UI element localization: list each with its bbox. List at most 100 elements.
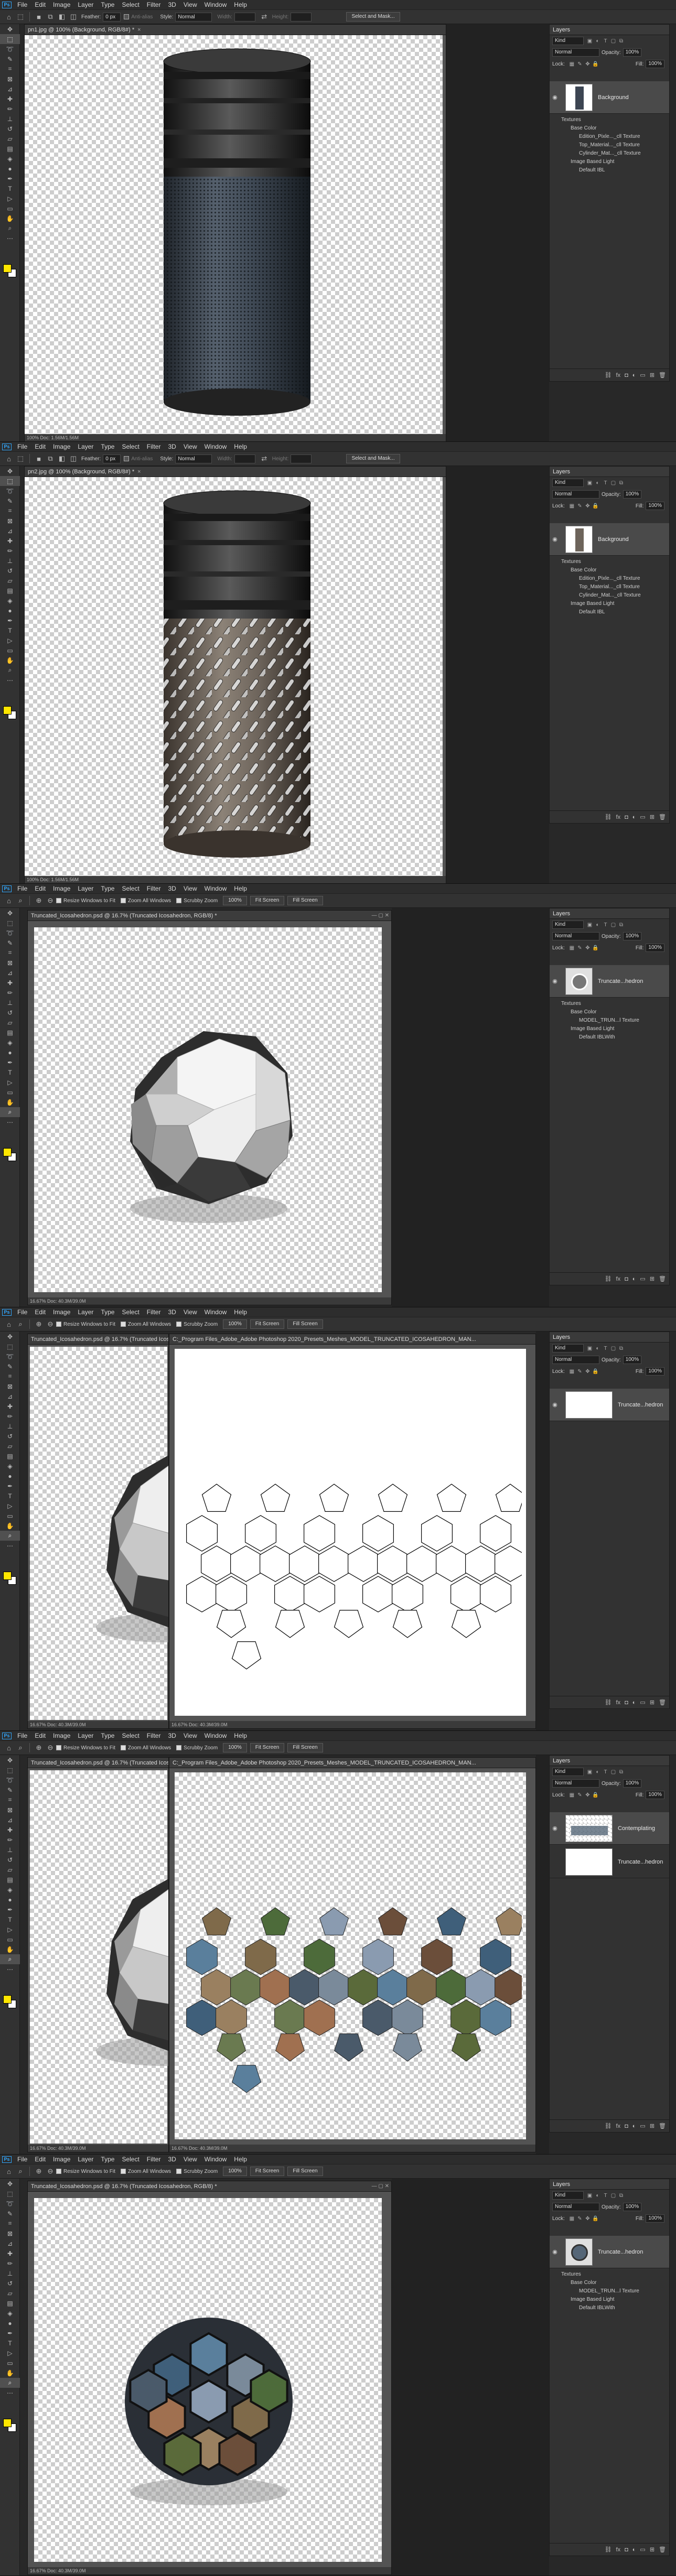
menu-filter[interactable]: Filter (143, 0, 165, 9)
path-select-tool-icon[interactable]: ▷ (0, 193, 20, 203)
group-icon[interactable]: ▭ (640, 2123, 645, 2129)
window-controls-icon[interactable]: — ▢ ✕ (372, 2181, 389, 2191)
shape-tool-icon[interactable]: ▭ (0, 1934, 20, 1944)
zoom-tool-icon[interactable]: ⌕ (15, 1742, 26, 1753)
more-tools-icon[interactable]: ⋯ (0, 1117, 20, 1127)
menu-view[interactable]: View (180, 1307, 201, 1317)
move-tool-icon[interactable]: ✥ (0, 466, 20, 476)
antialias-checkbox[interactable]: Anti-alias (124, 456, 153, 462)
lock-pixels-icon[interactable]: ▦ (568, 2215, 576, 2223)
menu-view[interactable]: View (180, 442, 201, 451)
textures-group[interactable]: Textures (561, 117, 581, 123)
stamp-tool-icon[interactable]: ⊥ (0, 2268, 20, 2278)
crop-tool-icon[interactable]: ⌗ (0, 948, 20, 958)
filter-pixel-icon[interactable]: ▣ (586, 2192, 594, 2200)
menu-select[interactable]: Select (118, 1307, 143, 1317)
filter-shape-icon[interactable]: ▢ (609, 479, 617, 487)
new-layer-icon[interactable]: ⊞ (650, 2546, 654, 2553)
link-icon[interactable]: ⛓ (605, 1699, 612, 1706)
trash-icon[interactable]: 🗑 (659, 2123, 666, 2129)
dodge-tool-icon[interactable]: ● (0, 605, 20, 615)
filter-type-icon[interactable]: T (602, 37, 609, 45)
stamp-tool-icon[interactable]: ⊥ (0, 998, 20, 1008)
truncated-icosahedron-3d-model[interactable] (91, 1444, 168, 1654)
group-icon[interactable]: ▭ (640, 1699, 645, 1706)
resize-windows-checkbox[interactable]: Resize Windows to Fit (56, 2169, 115, 2174)
document-tab[interactable]: Truncated_Icosahedron.psd @ 16.7% (Trunc… (28, 1758, 168, 1768)
intersect-selection-icon[interactable]: ◫ (68, 12, 79, 22)
menu-type[interactable]: Type (97, 2155, 118, 2164)
lock-pixels-icon[interactable]: ▦ (568, 502, 576, 510)
menu-help[interactable]: Help (230, 0, 251, 9)
blend-mode-select[interactable]: Normal (552, 932, 599, 940)
opacity-field[interactable]: 100% (623, 2203, 642, 2211)
new-selection-icon[interactable]: ■ (33, 12, 45, 22)
menu-view[interactable]: View (180, 2155, 201, 2164)
textures-group[interactable]: Textures (561, 1001, 581, 1006)
menu-image[interactable]: Image (49, 884, 74, 893)
marquee-tool-icon[interactable]: ⬚ (0, 34, 20, 44)
eyedropper-tool-icon[interactable]: ⊿ (0, 1815, 20, 1825)
filter-type-icon[interactable]: T (602, 2192, 609, 2200)
zoom-in-icon[interactable]: ⊕ (33, 2166, 45, 2177)
subtract-selection-icon[interactable]: ◧ (56, 453, 68, 464)
menu-filter[interactable]: Filter (143, 442, 165, 451)
dodge-tool-icon[interactable]: ● (0, 1047, 20, 1057)
add-selection-icon[interactable]: ⧉ (45, 453, 56, 464)
opacity-field[interactable]: 100% (623, 1356, 642, 1364)
resize-windows-checkbox[interactable]: Resize Windows to Fit (56, 1322, 115, 1327)
frame-tool-icon[interactable]: ⊠ (0, 1381, 20, 1391)
trash-icon[interactable]: 🗑 (659, 2546, 666, 2553)
menu-select[interactable]: Select (118, 1731, 143, 1740)
group-icon[interactable]: ▭ (640, 2546, 645, 2553)
more-tools-icon[interactable]: ⋯ (0, 675, 20, 685)
menu-file[interactable]: File (14, 1731, 31, 1740)
textures-group[interactable]: Textures (561, 559, 581, 565)
window-controls-icon[interactable]: — ▢ ✕ (372, 911, 389, 921)
menu-image[interactable]: Image (49, 442, 74, 451)
brush-tool-icon[interactable]: ✏ (0, 2258, 20, 2268)
zoom-tool-icon[interactable]: ⌕ (15, 895, 26, 906)
scrubby-zoom-checkbox[interactable]: Scrubby Zoom (176, 1322, 218, 1327)
frame-tool-icon[interactable]: ⊠ (0, 74, 20, 84)
filter-shape-icon[interactable]: ▢ (609, 921, 617, 929)
menu-layer[interactable]: Layer (74, 442, 97, 451)
menu-window[interactable]: Window (201, 1731, 231, 1740)
eraser-tool-icon[interactable]: ▱ (0, 1018, 20, 1027)
menu-filter[interactable]: Filter (143, 1307, 165, 1317)
texture-item[interactable]: Top_Material..._cll Texture (579, 142, 640, 148)
frame-tool-icon[interactable]: ⊠ (0, 516, 20, 526)
lock-move-icon[interactable]: ✥ (584, 944, 592, 952)
lock-pixels-icon[interactable]: ▦ (568, 1791, 576, 1799)
blend-mode-select[interactable]: Normal (552, 48, 599, 57)
more-tools-icon[interactable]: ⋯ (0, 1541, 20, 1551)
filter-adjust-icon[interactable]: ◐ (594, 37, 602, 45)
history-brush-tool-icon[interactable]: ↺ (0, 2278, 20, 2288)
menu-image[interactable]: Image (49, 2155, 74, 2164)
filter-smart-icon[interactable]: ⧉ (617, 479, 625, 487)
link-icon[interactable]: ⛓ (605, 2546, 612, 2553)
type-tool-icon[interactable]: T (0, 2338, 20, 2348)
eraser-tool-icon[interactable]: ▱ (0, 1441, 20, 1451)
home-icon[interactable]: ⌂ (3, 1742, 15, 1753)
dodge-tool-icon[interactable]: ● (0, 164, 20, 174)
frame-tool-icon[interactable]: ⊠ (0, 2228, 20, 2238)
stamp-tool-icon[interactable]: ⊥ (0, 556, 20, 566)
subtract-selection-icon[interactable]: ◧ (56, 12, 68, 22)
menu-view[interactable]: View (180, 0, 201, 9)
type-tool-icon[interactable]: T (0, 1491, 20, 1501)
zoom-100-button[interactable]: 100% (223, 896, 247, 905)
menu-window[interactable]: Window (201, 442, 231, 451)
filter-type-icon[interactable]: T (602, 1768, 609, 1776)
texture-item[interactable]: Edition_Pixle..._cll Texture (579, 134, 640, 139)
mask-icon[interactable]: ◘ (625, 372, 628, 378)
visibility-eye-icon[interactable]: ◉ (550, 1825, 560, 1832)
adjustment-icon[interactable]: ◐ (632, 2547, 636, 2553)
document-tab[interactable]: pn1.jpg @ 100% (Background, RGB/8#) * × (25, 25, 446, 35)
zoom-out-icon[interactable]: ⊖ (45, 1319, 56, 1329)
fit-screen-button[interactable]: Fit Screen (250, 2167, 285, 2176)
textured-icosahedron-3d-model[interactable] (99, 2297, 319, 2517)
blend-mode-select[interactable]: Normal (552, 490, 599, 499)
blend-mode-select[interactable]: Normal (552, 1356, 599, 1364)
zoom-100-button[interactable]: 100% (223, 2167, 247, 2176)
